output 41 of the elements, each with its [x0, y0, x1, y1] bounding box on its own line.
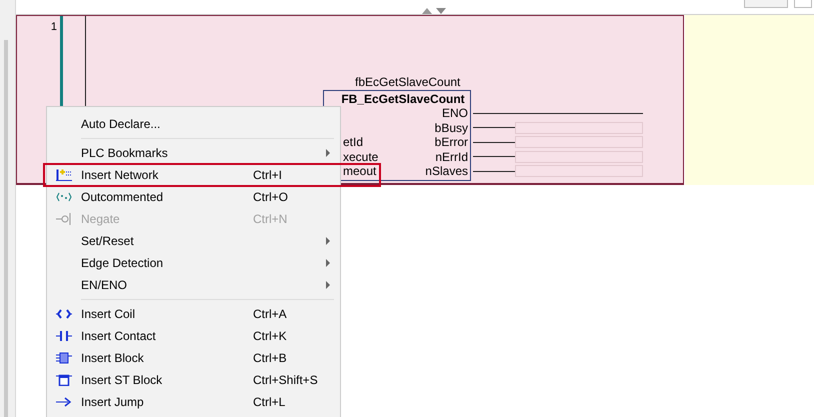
submenu-arrow-icon — [326, 259, 330, 267]
submenu-arrow-icon — [326, 237, 330, 245]
menu-item[interactable]: Insert Contact Ctrl+K — [47, 325, 340, 347]
menu-item[interactable]: Insert Jump Ctrl+L — [47, 391, 340, 413]
menu-item[interactable]: Outcommented Ctrl+O — [47, 186, 340, 208]
output-pin-label: bError — [434, 135, 468, 150]
output-pin-label: ENO — [442, 106, 468, 120]
menu-item[interactable]: Insert Block Ctrl+B — [47, 347, 340, 369]
contact-icon — [56, 331, 72, 341]
insert-network-icon — [56, 169, 72, 181]
menu-item[interactable]: Set/Reset — [47, 230, 340, 252]
output-value-field[interactable] — [515, 150, 643, 163]
submenu-arrow-icon — [326, 149, 330, 157]
menu-item[interactable]: Insert Coil Ctrl+A — [47, 303, 340, 325]
menu-item[interactable]: EN/ENO — [47, 274, 340, 296]
input-pin-label: meout — [343, 166, 376, 178]
network-number: 1 — [50, 20, 57, 35]
instance-name: fbEcGetSlaveCount — [354, 75, 462, 90]
output-value-field[interactable] — [515, 136, 643, 148]
block-type: FB_EcGetSlaveCount — [340, 91, 466, 107]
negate-contact-icon — [56, 213, 72, 225]
output-pin-label: nSlaves — [425, 164, 468, 178]
st-block-icon — [56, 374, 72, 386]
output-wire — [473, 156, 515, 158]
output-pin-label: bBusy — [434, 120, 468, 135]
output-value-field[interactable] — [515, 122, 643, 134]
menu-item[interactable]: Edge Detection — [47, 252, 340, 274]
output-value-field[interactable] — [515, 165, 643, 178]
output-wire — [473, 142, 515, 143]
splitter-arrows-icon[interactable] — [421, 7, 447, 15]
menu-item[interactable]: Insert ST Block Ctrl+Shift+S — [47, 369, 340, 391]
input-pin-label: xecute — [343, 152, 378, 163]
input-pin-label: etId — [343, 137, 364, 148]
output-wire — [473, 127, 515, 128]
block-icon — [56, 352, 72, 364]
jump-arrow-icon — [56, 397, 72, 407]
comment-brackets-icon — [56, 192, 72, 202]
coil-icon — [56, 309, 72, 319]
output-pin-label: nErrId — [435, 150, 468, 164]
submenu-arrow-icon — [326, 281, 330, 289]
output-wire — [473, 170, 515, 172]
